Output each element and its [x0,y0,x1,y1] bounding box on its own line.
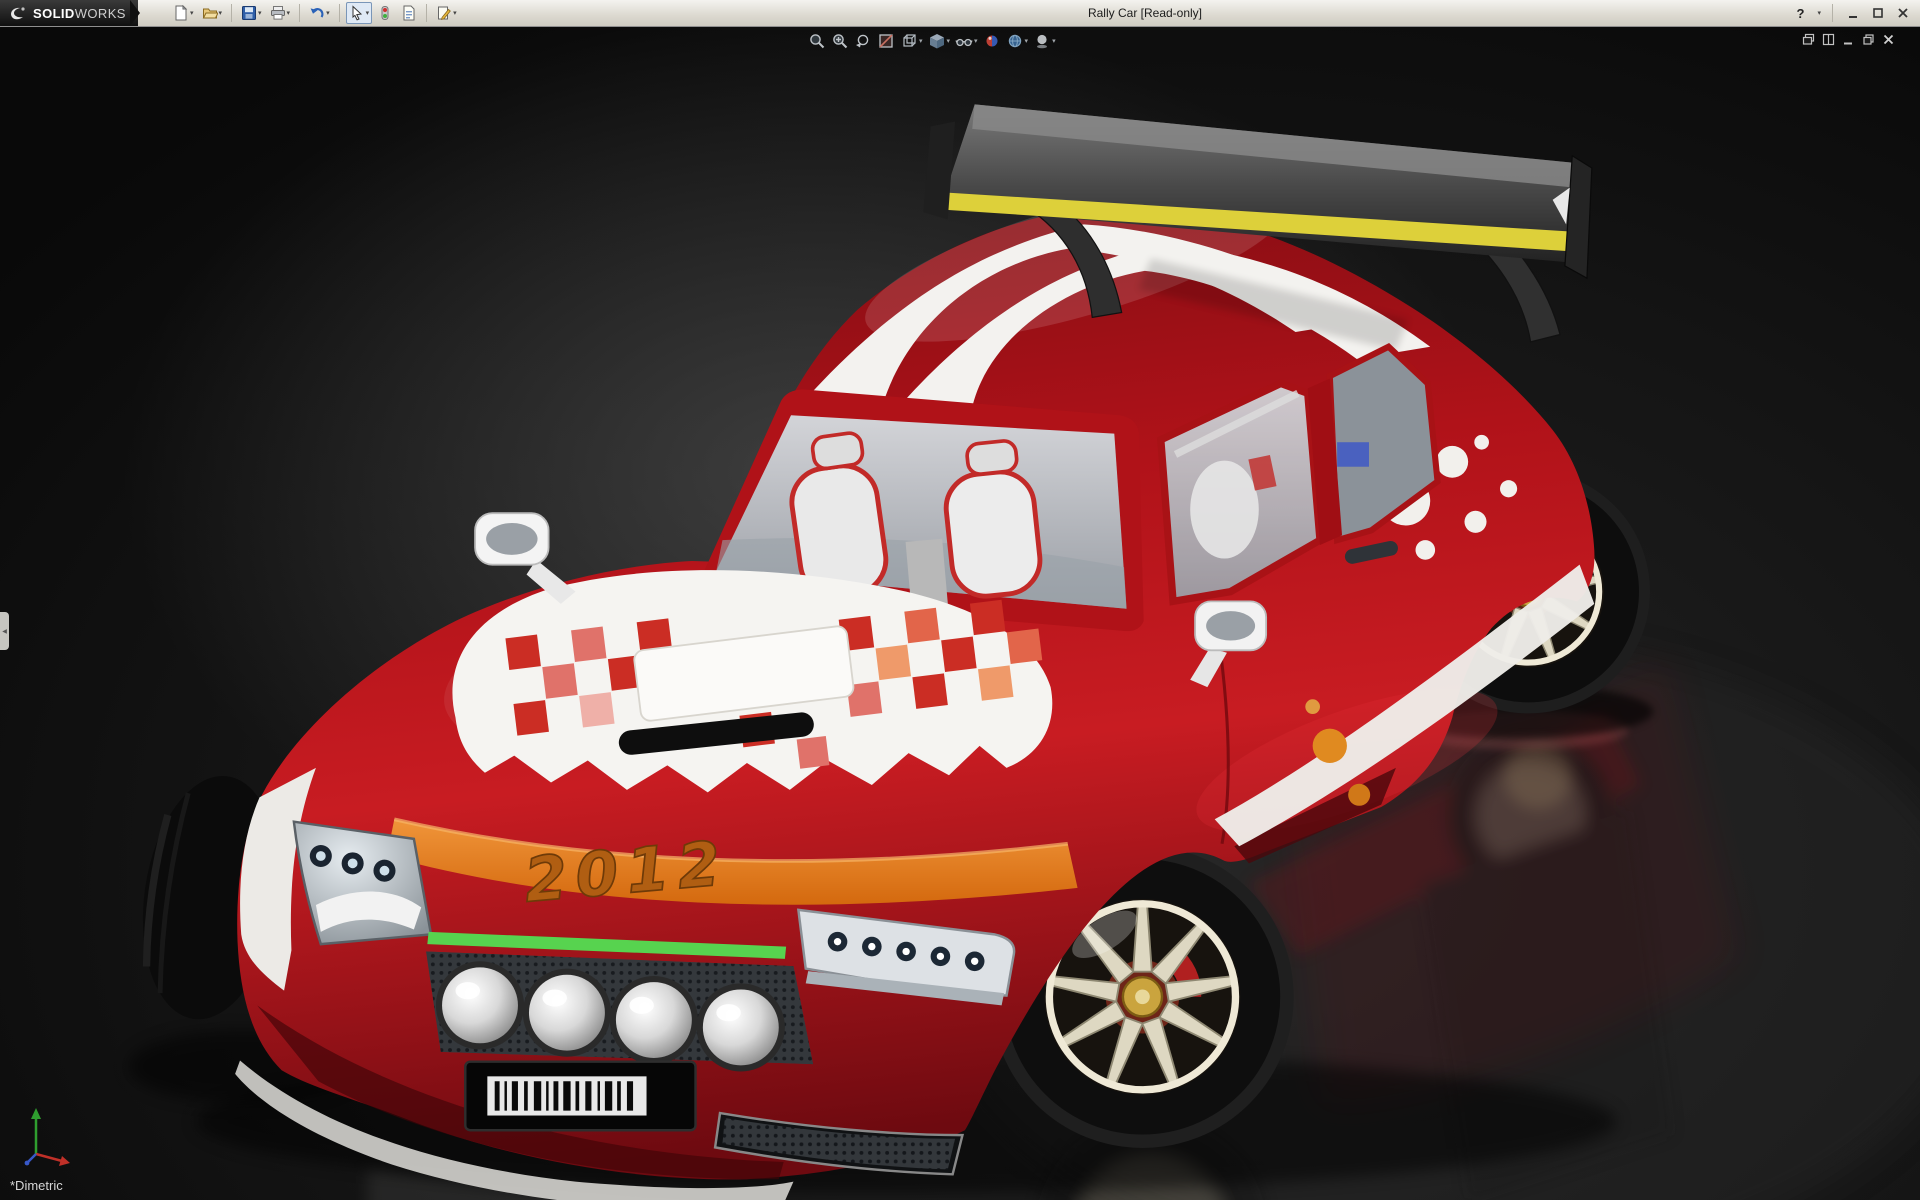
left-mirror[interactable] [474,512,576,604]
maximize-button[interactable] [1869,3,1887,23]
dropdown-arrow-icon[interactable]: ▾ [919,38,923,45]
hide-show-items-button[interactable]: ▾ [953,30,980,52]
edit-appearance-icon [986,35,998,47]
dassault-systemes-logo-icon [11,7,25,20]
minimize-icon [1849,16,1857,18]
file-properties-button[interactable] [398,2,420,24]
view-settings-icon [1037,34,1048,49]
restore-document-icon [1862,33,1874,45]
minimize-document-icon [1843,42,1852,44]
help-dropdown-arrow-icon[interactable]: ▾ [1817,10,1821,17]
open-button[interactable]: ▾ [199,2,226,24]
dropdown-arrow-icon[interactable]: ▾ [974,38,978,45]
license-plate [464,1060,697,1132]
zoom-to-fit-button[interactable] [806,30,828,52]
print-icon [270,6,285,20]
view-settings-button[interactable]: ▾ [1031,30,1058,52]
file-properties-icon [403,5,415,21]
view-orientation-button[interactable]: ▾ [898,30,925,52]
previous-view-icon [856,34,869,48]
zoom-to-area-button[interactable] [829,30,851,52]
standard-toolbar: ▾ ▾ ▾ ▾ ▾ ▾ ▾ [170,1,460,25]
hide-show-items-icon [955,38,973,47]
close-button[interactable] [1894,3,1912,23]
rebuild-traffic-light-icon [381,6,389,20]
dropdown-arrow-icon[interactable]: ▾ [1025,38,1029,45]
undo-button[interactable]: ▾ [306,2,333,24]
triad-x-axis [35,1152,63,1163]
dropdown-arrow-icon[interactable]: ▾ [258,10,262,17]
options-button[interactable]: ▾ [433,2,460,24]
select-cursor-icon [352,5,362,21]
minimize-button[interactable] [1844,3,1862,23]
document-window-controls [1800,31,1896,47]
triad-x-arrow-icon [59,1156,70,1166]
print-button[interactable]: ▾ [267,2,294,24]
scene-svg[interactable]: 2012 [0,26,1920,1200]
dropdown-arrow-icon[interactable]: ▾ [287,10,291,17]
cascade-windows-button[interactable] [1800,31,1816,47]
zoom-to-fit-icon [810,34,825,49]
dropdown-arrow-icon[interactable]: ▾ [219,10,223,17]
close-document-icon [1883,34,1893,44]
dropdown-arrow-icon[interactable]: ▾ [326,10,330,17]
select-button[interactable]: ▾ [345,2,373,24]
edit-appearance-button[interactable] [981,30,1003,52]
section-view-button[interactable] [875,30,897,52]
open-folder-icon [202,8,218,19]
toolbar-separator [1832,4,1833,22]
close-icon [1898,8,1908,18]
toolbar-separator [338,4,340,22]
restore-document-button[interactable] [1860,31,1876,47]
tile-windows-button[interactable] [1820,31,1836,47]
undo-icon [310,8,324,18]
title-bar: SOLIDWORKS ▾ ▾ ▾ ▾ ▾ ▾ ▾ Rally Car [Read… [0,0,1920,27]
tile-windows-icon [1822,33,1834,45]
cascade-windows-icon [1802,33,1814,45]
new-document-button[interactable]: ▾ [170,2,197,24]
minimize-document-button[interactable] [1840,31,1856,47]
display-style-icon [929,34,944,49]
left-headlight[interactable] [292,820,433,946]
options-icon [438,6,451,20]
solidworks-logo: SOLIDWORKS [0,0,138,26]
featuremanager-collapse-tab[interactable]: ◀ [0,612,9,650]
dropdown-arrow-icon[interactable]: ▾ [366,10,370,17]
brand-notch [130,0,140,26]
dropdown-arrow-icon[interactable]: ▾ [947,38,951,45]
orientation-triad[interactable] [20,1104,80,1173]
close-document-button[interactable] [1880,31,1896,47]
previous-view-button[interactable] [852,30,874,52]
triad-z-arrow-icon [24,1160,30,1166]
triad-z-axis [27,1153,37,1163]
solidworks-window: SOLIDWORKS ▾ ▾ ▾ ▾ ▾ ▾ ▾ Rally Car [Read… [0,0,1920,1200]
section-view-icon [879,34,893,48]
zoom-to-area-icon [833,34,848,49]
brand-text: SOLIDWORKS [33,5,126,21]
maximize-icon [1873,8,1883,18]
rebuild-button[interactable] [374,2,396,24]
display-style-button[interactable]: ▾ [926,30,953,52]
new-document-icon [175,5,188,21]
toolbar-separator [231,4,233,22]
save-icon [242,6,257,20]
dropdown-arrow-icon[interactable]: ▾ [190,10,194,17]
dropdown-arrow-icon[interactable]: ▾ [1052,38,1056,45]
apply-scene-button[interactable]: ▾ [1004,30,1031,52]
triad-y-arrow-icon [31,1108,41,1119]
apply-scene-icon [1008,34,1021,48]
collapse-arrow-icon: ◀ [2,628,7,635]
dropdown-arrow-icon[interactable]: ▾ [453,10,457,17]
graphics-viewport[interactable]: ▾ ▾ ▾ ▾ ▾ ◀ 2012 *Dimetric [0,26,1920,1200]
toolbar-separator [299,4,301,22]
app-window-controls: ? ▾ [1791,0,1912,26]
view-orientation-label: *Dimetric [10,1178,63,1193]
help-button[interactable]: ? [1791,3,1809,23]
heads-up-view-toolbar: ▾ ▾ ▾ ▾ ▾ [806,30,1058,52]
view-orientation-icon [903,34,916,47]
window-title: Rally Car [Read-only] [1087,6,1203,20]
save-button[interactable]: ▾ [238,2,265,24]
toolbar-separator [426,4,428,22]
